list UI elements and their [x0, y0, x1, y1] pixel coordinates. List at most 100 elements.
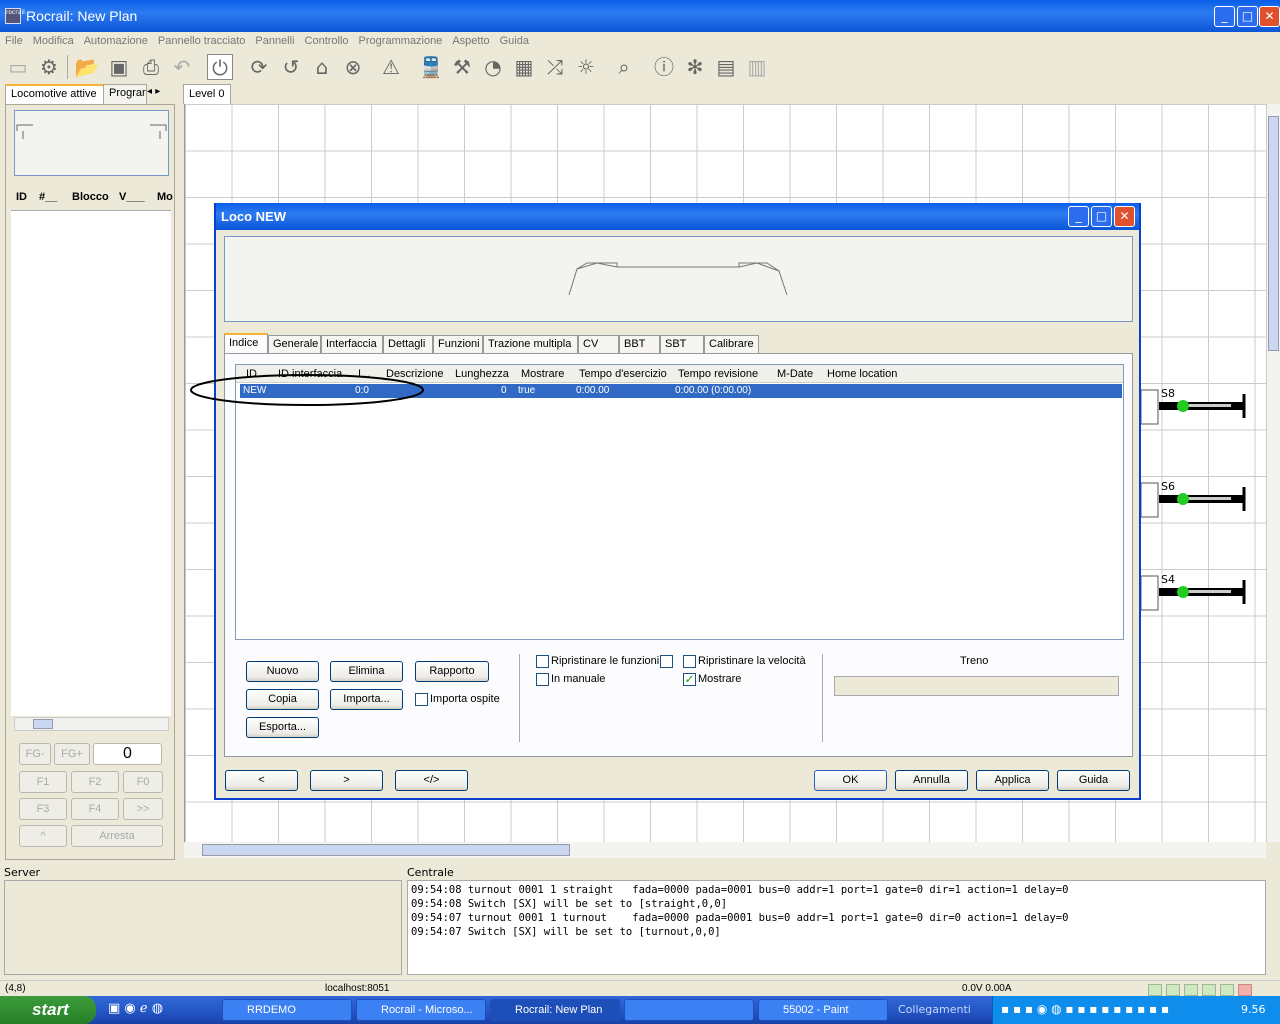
task-paint[interactable]: 55002 - Paint	[758, 999, 888, 1021]
left-horizontal-scrollbar[interactable]	[14, 717, 169, 731]
nuovo-button[interactable]: Nuovo	[246, 661, 319, 682]
col-lunghezza[interactable]: Lunghezza	[455, 368, 509, 380]
menu-file[interactable]: File	[0, 32, 28, 50]
col-m-date[interactable]: M-Date	[777, 368, 813, 380]
rapporto-button[interactable]: Rapporto	[415, 661, 489, 682]
power-icon[interactable]: ⏻	[207, 54, 233, 80]
dialog-close-button[interactable]: ✕	[1114, 206, 1135, 227]
tab-generale[interactable]: Generale	[268, 335, 321, 355]
home-icon[interactable]: ⌂	[309, 54, 335, 80]
menu-programmazione[interactable]: Programmazione	[354, 32, 448, 50]
col-tempo-esercizio[interactable]: Tempo d'esercizio	[579, 368, 667, 380]
plan-horizontal-scrollbar[interactable]	[184, 842, 1266, 858]
close-button[interactable]: ✕	[1259, 6, 1280, 27]
applica-button[interactable]: Applica	[976, 770, 1049, 791]
minimize-button[interactable]: _	[1214, 6, 1235, 27]
tab-sbt[interactable]: SBT	[660, 335, 704, 355]
task-rrdemo[interactable]: RRDEMO	[222, 999, 352, 1021]
tab-funzioni[interactable]: Funzioni	[433, 335, 483, 355]
importa-button[interactable]: Importa...	[330, 689, 403, 710]
task-rocrail-new-plan[interactable]: Rocrail: New Plan	[490, 999, 620, 1021]
fg-minus-button[interactable]: FG-	[19, 743, 51, 765]
tab-cv[interactable]: CV	[578, 335, 619, 355]
document-icon[interactable]: ▤	[713, 54, 739, 80]
train-icon[interactable]: 🚆	[418, 54, 444, 80]
server-icon[interactable]: ▭	[5, 54, 31, 80]
xml-button[interactable]: </>	[395, 770, 468, 791]
grid-icon[interactable]: ▦	[511, 54, 537, 80]
plan-vertical-scrollbar[interactable]	[1266, 104, 1280, 842]
f3-button[interactable]: F3	[19, 798, 67, 820]
task-command-prompt[interactable]	[624, 999, 754, 1021]
bug-icon[interactable]: ✻	[682, 54, 708, 80]
maximize-button[interactable]: □	[1237, 6, 1258, 27]
importa-ospite-checkbox[interactable]	[415, 693, 428, 706]
tab-level-0[interactable]: Level 0	[183, 84, 231, 104]
col-tempo-revisione[interactable]: Tempo revisione	[678, 368, 758, 380]
signal-s4[interactable]: S4	[1141, 570, 1251, 620]
extra-checkbox[interactable]	[660, 655, 673, 668]
menu-modifica[interactable]: Modifica	[28, 32, 79, 50]
tab-calibrare[interactable]: Calibrare	[704, 335, 759, 355]
tab-programmazione[interactable]: Programmazione	[103, 84, 147, 104]
col-blocco[interactable]: Blocco	[72, 191, 109, 203]
pages-icon[interactable]: ▥	[744, 54, 770, 80]
warning-icon[interactable]: ⚠	[378, 54, 404, 80]
col-number[interactable]: #__	[39, 191, 57, 203]
ripristinare-funzioni-checkbox[interactable]	[536, 655, 549, 668]
signal-s8[interactable]: S8	[1141, 384, 1251, 434]
col-v[interactable]: V___	[119, 191, 145, 203]
open-icon[interactable]: 📂	[74, 54, 100, 80]
menu-pannelli[interactable]: Pannelli	[250, 32, 299, 50]
direction-button[interactable]: ^	[19, 825, 67, 847]
server-log[interactable]	[4, 880, 402, 975]
tab-locomotive-attive[interactable]: Locomotive attive	[5, 84, 104, 104]
tab-interfaccia[interactable]: Interfaccia	[321, 335, 383, 355]
centrale-log[interactable]: 09:54:08 turnout 0001 1 straight fada=00…	[407, 880, 1266, 975]
col-home-location[interactable]: Home location	[827, 368, 897, 380]
shuffle-icon[interactable]: ⤮	[542, 54, 568, 80]
tab-trazione-multipla[interactable]: Trazione multipla	[483, 335, 578, 355]
annulla-button[interactable]: Annulla	[895, 770, 968, 791]
save-icon[interactable]: ▣	[106, 54, 132, 80]
col-id[interactable]: ID	[16, 191, 27, 203]
settings-icon[interactable]: ⚙	[36, 54, 62, 80]
esporta-button[interactable]: Esporta...	[246, 717, 319, 738]
print-icon[interactable]: ⎙	[138, 54, 164, 80]
info-icon[interactable]: ⓘ	[651, 54, 677, 80]
wrench-icon[interactable]: ⚒	[449, 54, 475, 80]
f1-button[interactable]: F1	[19, 771, 67, 793]
menu-controllo[interactable]: Controllo	[300, 32, 354, 50]
elimina-button[interactable]: Elimina	[330, 661, 403, 682]
light-icon[interactable]: ☼	[573, 54, 599, 80]
tab-scroll-arrows[interactable]: ◂ ▸	[147, 86, 160, 97]
f2-button[interactable]: F2	[71, 771, 119, 793]
start-button[interactable]: start	[0, 996, 96, 1024]
tray-icons[interactable]: ▪ ▪ ▪ ◉ ◍ ▪ ▪ ▪ ▪ ▪ ▪ ▪ ▪ ▪	[1001, 1002, 1169, 1016]
sync-icon[interactable]: ⟳	[246, 54, 272, 80]
collegamenti-toolbar[interactable]: Collegamenti	[898, 1003, 971, 1016]
more-functions-button[interactable]: >>	[123, 798, 163, 820]
dialog-minimize-button[interactable]: _	[1068, 206, 1089, 227]
signal-s6[interactable]: S6	[1141, 477, 1251, 527]
speedometer-icon[interactable]: ◔	[480, 54, 506, 80]
mostrare-checkbox[interactable]: ✓	[683, 673, 696, 686]
col-mo[interactable]: Mo	[157, 191, 173, 203]
treno-field[interactable]	[834, 676, 1119, 696]
menu-aspetto[interactable]: Aspetto	[447, 32, 494, 50]
fg-plus-button[interactable]: FG+	[54, 743, 90, 765]
ripristinare-velocita-checkbox[interactable]	[683, 655, 696, 668]
menu-automazione[interactable]: Automazione	[79, 32, 153, 50]
quick-launch-icons[interactable]: ▣ ◉ ℯ ◍	[108, 1001, 163, 1016]
window-titlebar[interactable]: rocrail Rocrail: New Plan _ □ ✕	[0, 0, 1280, 32]
tab-dettagli[interactable]: Dettagli	[383, 335, 433, 355]
loco-list[interactable]	[11, 211, 171, 716]
prev-button[interactable]: <	[225, 770, 298, 791]
stop-icon[interactable]: ⊗	[340, 54, 366, 80]
tab-bbt[interactable]: BBT	[619, 335, 660, 355]
arresta-button[interactable]: Arresta	[71, 825, 163, 847]
f0-button[interactable]: F0	[123, 771, 163, 793]
dialog-titlebar[interactable]: Loco NEW _ □ ✕	[216, 203, 1139, 230]
dialog-maximize-button[interactable]: □	[1091, 206, 1112, 227]
menu-pannello-tracciato[interactable]: Pannello tracciato	[153, 32, 250, 50]
